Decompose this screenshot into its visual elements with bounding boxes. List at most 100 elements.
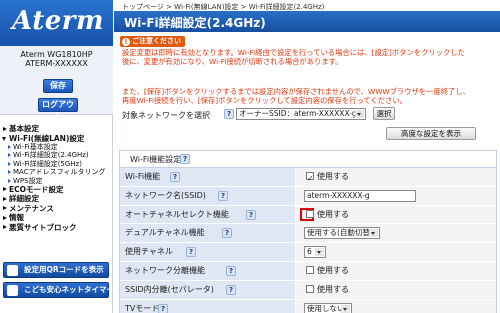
menu-label: Wi-Fi基本設定 [13,143,58,151]
save-button[interactable]: 保存 [43,79,73,93]
tv-mode-select[interactable]: 使用しない [304,302,352,313]
menu-label: MACアドレスフィルタリング [13,168,106,177]
arrow-right-icon [3,206,7,211]
menu-item-wifi-detail-5[interactable]: Wi-Fi詳細設定(5GHz) [2,160,112,168]
section-header: Wi-Fi機能設定 ? [120,151,496,168]
device-name: ATERM-XXXXXX [25,59,88,68]
menu-item-detail-settings[interactable]: 詳細設定 [2,194,112,204]
row-label: デュアルチャネル機能? [120,224,295,243]
select-button[interactable]: 選択 [373,107,395,120]
wifi-enable-checkbox[interactable] [306,170,314,189]
row-label: SSID内分離(セパレータ)? [120,280,295,299]
bullet-icon [8,170,11,175]
menu-label: メンテナンス [9,203,54,213]
row-value: 使用する [296,168,496,189]
menu-label: WPS設定 [13,176,43,185]
dual-channel-select[interactable]: 使用する(自動切替) [304,227,380,240]
help-icon[interactable]: ? [222,228,232,239]
arrow-right-icon [3,126,7,131]
row-ssid-separator: SSID内分離(セパレータ)? 使用する [120,280,496,300]
menu-item-basic-settings[interactable]: 基本設定 [2,124,112,134]
help-icon[interactable]: ? [218,190,228,201]
row-value: aterm-XXXXXX-g [296,186,496,205]
page-title: Wi-Fi詳細設定(2.4GHz) [124,16,266,30]
select-value: 使用する(自動切替) [307,228,373,238]
menu-label: 基本設定 [9,124,39,133]
row-label-text: オートチャネルセレクト機能 [125,209,229,219]
menu-item-wifi-settings[interactable]: Wi-Fi(無線LAN)設定 [2,134,112,144]
chevron-down-icon [315,248,324,257]
menu-item-mac-filter[interactable]: MACアドレスフィルタリング [2,168,112,176]
row-network-isolation: ネットワーク分離機能? 使用する [120,261,496,281]
row-value: 使用する [296,280,496,299]
help-icon[interactable]: ? [180,154,190,164]
row-label: ネットワーク分離機能? [120,261,295,280]
row-dual-channel: デュアルチャネル機能? 使用する(自動切替) [120,224,496,244]
caution-label: ご注意ください [132,37,181,45]
help-icon[interactable]: ? [158,303,168,313]
menu-label: 悪質サイトブロック [9,222,77,232]
target-network-select[interactable]: オーナーSSID：aterm-XXXXXX-g [236,108,366,120]
row-label: 使用チャネル? [120,243,295,261]
help-icon[interactable]: ? [224,109,234,119]
row-label-text: SSID内分離(セパレータ) [125,284,214,294]
menu-item-wifi-detail-24[interactable]: Wi-Fi詳細設定(2.4GHz) [2,151,112,159]
menu-label: 情報 [9,213,24,223]
help-icon[interactable]: ? [226,265,236,276]
row-value: 使用する [296,205,496,224]
row-tv-mode: TVモード? 使用しない [120,299,496,313]
row-label-text: デュアルチャネル機能 [125,228,205,238]
title-bar: Wi-Fi詳細設定(2.4GHz) [114,11,500,32]
menu-label: Wi-Fi(無線LAN)設定 [9,133,85,143]
arrow-down-icon [2,136,6,141]
checkbox-label: 使用する [317,284,349,294]
logo: Aterm [0,0,113,46]
network-isolation-checkbox[interactable] [306,265,314,274]
section-title: Wi-Fi機能設定 [130,155,182,164]
warning-text: 設定変更は即時に有効となります。Wi-Fi経由で設定を行っている場合には、[設定… [122,48,465,57]
menu-item-info[interactable]: 情報 [2,213,112,223]
ssid-separator-checkbox[interactable] [306,284,314,293]
warning-text: 後に、変更が有効になり、Wi-Fi接続が切断される場合があります。 [122,57,343,66]
warning-text: 再度Wi-Fi接続を行い、[保存]ボタンをクリックして設定内容の保存を行ってくだ… [122,96,407,105]
sidebar: Aterm Aterm WG1810HP ATERM-XXXXXX 保存 ログア… [0,0,114,313]
row-auto-channel: オートチャネルセレクト機能? 使用する [120,205,496,225]
menu-item-wps[interactable]: WPS設定 [2,177,112,185]
arrow-right-icon [3,215,7,220]
ssid-input[interactable]: aterm-XXXXXX-g [304,189,416,202]
qr-code-button[interactable]: 設定用QRコードを表示 [3,262,109,278]
net-timer-button-label: こども安心ネットタイマー [24,285,114,294]
arrow-right-icon [3,187,7,192]
auto-channel-checkbox[interactable] [306,209,314,218]
menu-item-site-block[interactable]: 悪質サイトブロック [2,223,112,233]
show-advanced-button[interactable]: 高度な設定を表示 [386,127,476,140]
chevron-down-icon [355,110,364,118]
channel-select[interactable]: 6 [304,246,326,259]
warning-text: また、[保存]ボタンをクリックするまでは設定内容が保存されませんので、WWWブラ… [122,87,470,96]
target-network-label: 対象ネットワークを選択 [122,111,210,120]
net-timer-button[interactable]: こども安心ネットタイマー [3,282,114,298]
target-network-value: オーナーSSID：aterm-XXXXXX-g [239,109,357,118]
logo-text: Aterm [12,6,104,36]
row-channel: 使用チャネル? 6 [120,243,496,262]
row-label-text: ネットワーク分離機能 [125,265,205,275]
checkbox-label: 使用する [317,172,349,181]
row-label: TVモード? [120,299,295,313]
help-icon[interactable]: ? [226,284,236,295]
help-icon[interactable]: ? [170,172,180,182]
help-icon[interactable]: ? [246,209,256,220]
row-label: Wi-Fi機能? [120,168,295,186]
device-model: Aterm WG1810HP [20,50,93,59]
warning-icon: ! [122,37,130,46]
row-wifi-function: Wi-Fi機能? 使用する [120,168,496,189]
bullet-icon [8,178,11,183]
row-value: 使用する(自動切替) [296,224,496,243]
qr-code-button-label: 設定用QRコードを表示 [24,265,104,274]
row-label: オートチャネルセレクト機能? [120,205,295,224]
qr-code-icon [7,265,18,276]
logout-button[interactable]: ログアウト [38,98,78,121]
row-label-text: ネットワーク名(SSID) [125,190,206,200]
row-value: 使用する [296,261,496,280]
arrow-right-icon [3,225,7,230]
help-icon[interactable]: ? [186,247,196,258]
